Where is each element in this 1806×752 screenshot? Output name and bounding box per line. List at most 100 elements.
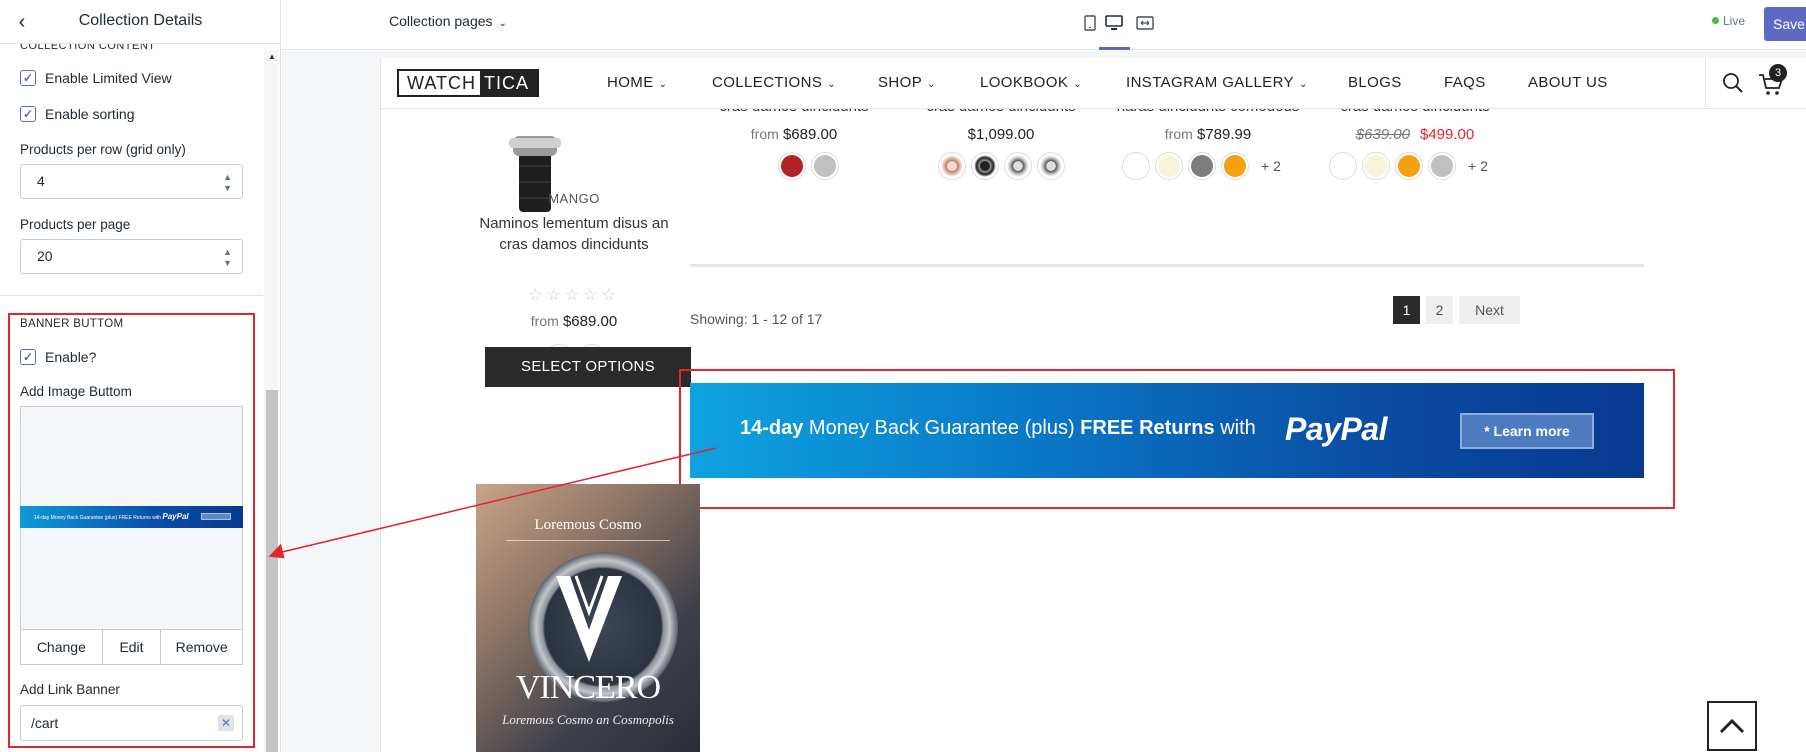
swatch-white[interactable]: [1329, 152, 1357, 180]
banner-image-thumbnail: 14-day Money Back Guarantee (plus) FREE …: [20, 506, 243, 528]
input-value: /cart: [31, 715, 59, 731]
swatch-black-watch[interactable]: [971, 152, 999, 180]
select-value: 4: [37, 173, 45, 189]
more-swatches-count[interactable]: + 2: [1261, 158, 1281, 174]
active-device-indicator: [1099, 47, 1130, 50]
select-arrows-icon: ▲ ▼: [223, 247, 232, 268]
checkmark-icon: ✓: [20, 349, 36, 365]
learn-more-button[interactable]: * Learn more: [1460, 413, 1594, 449]
select-arrows-icon: ▲ ▼: [223, 172, 232, 193]
enable-limited-view-checkbox[interactable]: ✓ Enable Limited View: [20, 70, 172, 86]
banner-section-heading: BANNER BUTTOM: [20, 318, 124, 330]
product-price: from $689.00: [530, 313, 618, 330]
swatch-cream[interactable]: [1362, 152, 1390, 180]
add-image-label: Add Image Buttom: [20, 384, 132, 399]
back-to-top-button[interactable]: [1707, 701, 1757, 751]
promo-subtitle: Loremous Cosmo an Cosmopolis: [502, 712, 674, 727]
nav-item-faqs[interactable]: FAQS: [1444, 74, 1486, 91]
products-per-row-select[interactable]: 4 ▲ ▼: [20, 164, 243, 199]
products-per-page-select[interactable]: 20 ▲ ▼: [20, 239, 243, 274]
status-dot-icon: [1712, 17, 1719, 24]
checkbox-label: Enable sorting: [45, 106, 135, 122]
scrollbar-thumb[interactable]: [266, 390, 278, 752]
desktop-view-icon[interactable]: [1102, 12, 1126, 34]
remove-image-button[interactable]: Remove: [161, 630, 242, 664]
scroll-up-icon[interactable]: ▲: [266, 52, 278, 62]
product-title[interactable]: Naminos lementum disus an cras damos din…: [474, 213, 674, 255]
editor-topbar: Collection pages ⌄ Live Save: [282, 0, 1806, 50]
checkbox-label: Enable?: [45, 349, 97, 365]
promo-tagline: Loremous Cosmo: [534, 517, 642, 533]
clear-icon[interactable]: ✕: [218, 715, 234, 731]
swatch-red[interactable]: [778, 152, 806, 180]
change-image-button[interactable]: Change: [21, 630, 103, 664]
swatch-cream[interactable]: [1155, 152, 1183, 180]
nav-item-collections[interactable]: COLLECTIONS ⌄: [712, 74, 836, 91]
promo-image-vincero[interactable]: Loremous Cosmo VINCERO Loremous Cosmo an…: [476, 484, 700, 752]
swatch-grey[interactable]: [811, 152, 839, 180]
cart-count-badge: 3: [1769, 64, 1787, 82]
nav-item-about-us[interactable]: ABOUT US: [1528, 74, 1608, 91]
select-value: 20: [37, 248, 53, 264]
product-price: from $789.99: [1164, 126, 1252, 143]
nav-item-instagram-gallery[interactable]: INSTAGRAM GALLERY ⌄: [1126, 74, 1308, 91]
nav-item-lookbook[interactable]: LOOKBOOK ⌄: [980, 74, 1082, 91]
checkmark-icon: ✓: [20, 70, 36, 86]
sidebar-header: ‹ Collection Details: [0, 0, 280, 44]
more-swatches-count[interactable]: + 2: [1468, 158, 1488, 174]
swatch-dark-grey[interactable]: [1188, 152, 1216, 180]
paypal-banner[interactable]: 14-day Money Back Guarantee (plus) FREE …: [690, 383, 1644, 478]
page-1-button[interactable]: 1: [1393, 296, 1420, 324]
sidebar-title: Collection Details: [78, 12, 203, 29]
swatch-white-watch[interactable]: [1037, 152, 1065, 180]
store-navbar: WATCH TICA HOME ⌄ COLLECTIONS ⌄ SHOP ⌄ LOOK…: [381, 58, 1806, 109]
banner-text: 14-day Money Back Guarantee (plus) FREE …: [740, 417, 1256, 439]
promo-brand: VINCERO: [515, 669, 661, 706]
product-price: from $689.00: [750, 126, 838, 143]
nav-item-shop[interactable]: SHOP ⌄: [878, 74, 936, 91]
swatch-orange[interactable]: [1221, 152, 1249, 180]
swatch-rose-watch[interactable]: [938, 152, 966, 180]
swatch-silver-watch[interactable]: [1004, 152, 1032, 180]
rating-stars-icon: ☆☆☆☆☆: [528, 287, 620, 304]
chevron-down-icon: ⌄: [1073, 79, 1083, 90]
chevron-down-icon: ⌄: [498, 18, 507, 29]
pagination-summary: Showing: 1 - 12 of 17: [690, 311, 823, 327]
page-2-button[interactable]: 2: [1426, 296, 1453, 324]
swatch-orange[interactable]: [1395, 152, 1423, 180]
mobile-view-icon[interactable]: [1078, 12, 1102, 34]
vincero-v-logo-icon: [556, 575, 622, 662]
nav-item-home[interactable]: HOME ⌄: [607, 74, 667, 91]
store-preview: WATCH TICA HOME ⌄ COLLECTIONS ⌄ SHOP ⌄ LOOK…: [380, 58, 1806, 752]
products-per-page-label: Products per page: [20, 217, 131, 232]
chevron-down-icon: ⌄: [827, 79, 837, 90]
save-button[interactable]: Save: [1764, 7, 1806, 41]
chevron-down-icon: ⌄: [927, 79, 936, 90]
live-status: Live: [1712, 14, 1745, 28]
product-vendor: MANGO: [548, 191, 600, 206]
divider: [690, 264, 1644, 267]
select-options-button[interactable]: SELECT OPTIONS: [485, 347, 691, 387]
store-logo[interactable]: WATCH TICA: [397, 69, 539, 97]
products-per-row-label: Products per row (grid only): [20, 142, 186, 157]
product-price: $639.00 $499.00: [1355, 126, 1475, 143]
search-icon[interactable]: [1721, 71, 1745, 95]
chevron-up-icon: [1719, 718, 1745, 734]
next-page-button[interactable]: Next: [1459, 296, 1520, 324]
page-selector[interactable]: Collection pages ⌄: [389, 13, 507, 29]
divider: [506, 540, 670, 541]
thumb-button-shape: [201, 513, 231, 520]
product-price: $1,099.00: [967, 126, 1035, 143]
settings-sidebar: ‹ Collection Details COLLECTION CONTENT …: [0, 0, 281, 752]
fullscreen-view-icon[interactable]: [1133, 12, 1157, 34]
swatch-white[interactable]: [1122, 152, 1150, 180]
link-banner-input[interactable]: /cart ✕: [20, 705, 243, 741]
chevron-down-icon: ⌄: [1298, 79, 1308, 90]
swatch-grey[interactable]: [1428, 152, 1456, 180]
enable-sorting-checkbox[interactable]: ✓ Enable sorting: [20, 106, 135, 122]
edit-image-button[interactable]: Edit: [103, 630, 162, 664]
divider: [0, 295, 263, 296]
enable-banner-checkbox[interactable]: ✓ Enable?: [20, 349, 96, 365]
nav-item-blogs[interactable]: BLOGS: [1348, 74, 1402, 91]
chevron-down-icon: ⌄: [658, 79, 668, 90]
